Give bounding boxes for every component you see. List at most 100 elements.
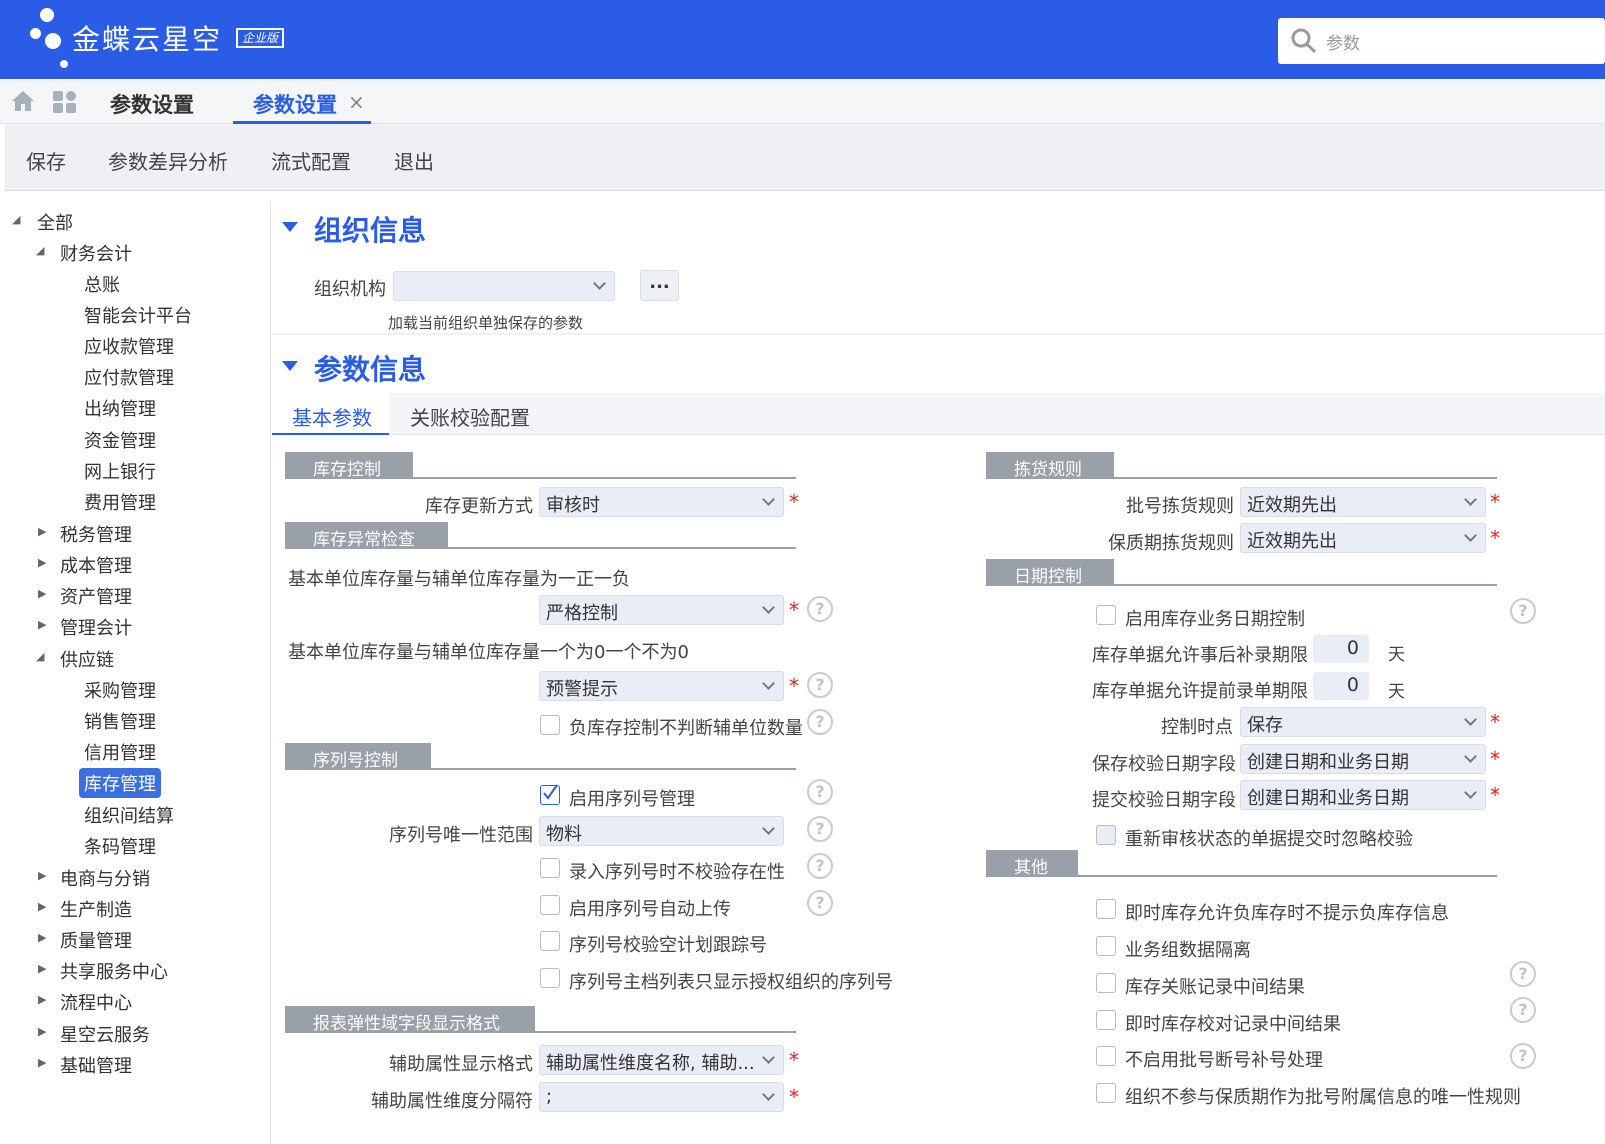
tree-item[interactable]: 电商与分销 — [60, 865, 150, 891]
collapse-arrow-icon[interactable]: ◢ — [12, 213, 20, 226]
expand-arrow-icon[interactable]: ▶ — [38, 931, 46, 944]
before-limit-input[interactable]: 0 — [1313, 672, 1369, 700]
exit-button[interactable]: 退出 — [394, 146, 434, 175]
other-checkbox[interactable] — [1096, 899, 1116, 919]
expand-arrow-icon[interactable]: ▶ — [38, 587, 46, 600]
tree-item[interactable]: 流程中心 — [60, 989, 132, 1015]
update-mode-select[interactable]: 审核时 — [539, 487, 784, 517]
diff-analysis-button[interactable]: 参数差异分析 — [108, 146, 228, 175]
tree-item[interactable]: 财务会计 — [60, 240, 132, 266]
control-point-label: 控制时点 — [1161, 717, 1233, 738]
collapse-arrow-icon[interactable]: ◢ — [36, 650, 44, 663]
org-more-button[interactable]: ... — [640, 270, 679, 301]
flow-config-button[interactable]: 流式配置 — [271, 146, 351, 175]
tab-close-check-config[interactable]: 关账校验配置 — [410, 402, 530, 431]
tree-item[interactable]: 管理会计 — [60, 614, 132, 640]
help-icon[interactable]: ? — [807, 779, 833, 805]
shelf-rule-select[interactable]: 近效期先出 — [1240, 523, 1486, 553]
tree-item[interactable]: 成本管理 — [60, 552, 132, 578]
save-button[interactable]: 保存 — [26, 146, 66, 175]
collapse-caret-icon[interactable] — [282, 222, 298, 232]
expand-arrow-icon[interactable]: ▶ — [38, 556, 46, 569]
tree-item[interactable]: 生产制造 — [60, 896, 132, 922]
other-checkbox[interactable] — [1096, 1046, 1116, 1066]
tree-item[interactable]: 基础管理 — [60, 1052, 132, 1078]
help-icon[interactable]: ? — [807, 672, 833, 698]
serial-scope-select[interactable]: 物料 — [539, 816, 784, 846]
serial-checkbox[interactable] — [540, 931, 560, 951]
expand-arrow-icon[interactable]: ▶ — [38, 1056, 46, 1069]
tree-item[interactable]: 网上银行 — [84, 458, 156, 484]
expand-arrow-icon[interactable]: ▶ — [38, 525, 46, 538]
other-checkbox[interactable] — [1096, 1083, 1116, 1103]
tab-basic-params[interactable]: 基本参数 — [272, 393, 389, 435]
tree-item[interactable]: 应收款管理 — [84, 333, 174, 359]
other-checkbox[interactable] — [1096, 973, 1116, 993]
after-limit-input[interactable]: 0 — [1313, 635, 1369, 663]
q1-select[interactable]: 严格控制 — [539, 595, 784, 625]
close-tab-icon[interactable]: × — [348, 90, 365, 114]
help-icon[interactable]: ? — [807, 709, 833, 735]
chevron-down-icon — [1464, 529, 1477, 542]
help-icon[interactable]: ? — [807, 596, 833, 622]
submit-date-field-select[interactable]: 创建日期和业务日期 — [1240, 780, 1486, 810]
expand-arrow-icon[interactable]: ▶ — [38, 993, 46, 1006]
batch-rule-select[interactable]: 近效期先出 — [1240, 487, 1486, 517]
expand-arrow-icon[interactable]: ▶ — [38, 618, 46, 631]
tree-item[interactable]: 销售管理 — [84, 708, 156, 734]
serial-checkbox[interactable] — [540, 968, 560, 988]
home-icon[interactable] — [10, 89, 36, 113]
tree-item[interactable]: 质量管理 — [60, 927, 132, 953]
tree-item[interactable]: 总账 — [84, 271, 120, 297]
tree-item[interactable]: 税务管理 — [60, 521, 132, 547]
control-point-select[interactable]: 保存 — [1240, 707, 1486, 737]
aux-format-select[interactable]: 辅助属性维度名称, 辅助... — [539, 1045, 784, 1075]
tree-item[interactable]: 供应链 — [60, 646, 114, 672]
expand-arrow-icon[interactable]: ▶ — [38, 900, 46, 913]
help-icon[interactable]: ? — [807, 853, 833, 879]
tree-item[interactable]: 费用管理 — [84, 489, 156, 515]
help-icon[interactable]: ? — [1510, 1043, 1536, 1069]
serial-enable-checkbox[interactable] — [540, 784, 560, 805]
help-icon[interactable]: ? — [807, 890, 833, 916]
tree-item-selected[interactable]: 库存管理 — [79, 768, 161, 798]
aux-separator-select[interactable]: ; — [539, 1082, 784, 1112]
other-checkbox[interactable] — [1096, 1010, 1116, 1030]
expand-arrow-icon[interactable]: ▶ — [38, 869, 46, 882]
expand-arrow-icon[interactable]: ▶ — [38, 1025, 46, 1038]
help-icon[interactable]: ? — [1510, 961, 1536, 987]
serial-checkbox[interactable] — [540, 858, 560, 878]
global-search-input[interactable]: 参数 — [1278, 18, 1605, 64]
tree-item[interactable]: 组织间结算 — [84, 802, 174, 828]
serial-checkbox[interactable] — [540, 895, 560, 915]
divider — [272, 333, 1605, 335]
tree-item[interactable]: 信用管理 — [84, 739, 156, 765]
tree-item[interactable]: 采购管理 — [84, 677, 156, 703]
reaudit-checkbox[interactable] — [1096, 825, 1116, 845]
app-grid-icon[interactable] — [52, 90, 78, 114]
tree-item[interactable]: 资产管理 — [60, 583, 132, 609]
collapse-caret-icon[interactable] — [282, 361, 298, 371]
tree-item-all[interactable]: 全部 — [37, 209, 73, 235]
select-value: 审核时 — [546, 495, 600, 516]
other-checkbox[interactable] — [1096, 936, 1116, 956]
org-select[interactable] — [393, 271, 615, 301]
date-control-checkbox[interactable] — [1096, 605, 1116, 625]
tree-item[interactable]: 星空云服务 — [60, 1021, 150, 1047]
neg-stock-checkbox[interactable] — [540, 715, 560, 735]
collapse-arrow-icon[interactable]: ◢ — [36, 244, 44, 257]
tree-item[interactable]: 智能会计平台 — [84, 302, 192, 328]
tree-item[interactable]: 共享服务中心 — [60, 958, 168, 984]
q2-label: 基本单位库存量与辅单位库存量一个为0一个不为0 — [288, 642, 689, 663]
save-date-field-select[interactable]: 创建日期和业务日期 — [1240, 744, 1486, 774]
tab-parameter-settings[interactable]: 参数设置 × — [233, 79, 371, 124]
help-icon[interactable]: ? — [1510, 598, 1536, 624]
tree-item[interactable]: 出纳管理 — [84, 395, 156, 421]
help-icon[interactable]: ? — [807, 816, 833, 842]
tree-item[interactable]: 资金管理 — [84, 427, 156, 453]
help-icon[interactable]: ? — [1510, 997, 1536, 1023]
tree-item[interactable]: 条码管理 — [84, 833, 156, 859]
expand-arrow-icon[interactable]: ▶ — [38, 962, 46, 975]
q2-select[interactable]: 预警提示 — [539, 671, 784, 701]
tree-item[interactable]: 应付款管理 — [84, 364, 174, 390]
